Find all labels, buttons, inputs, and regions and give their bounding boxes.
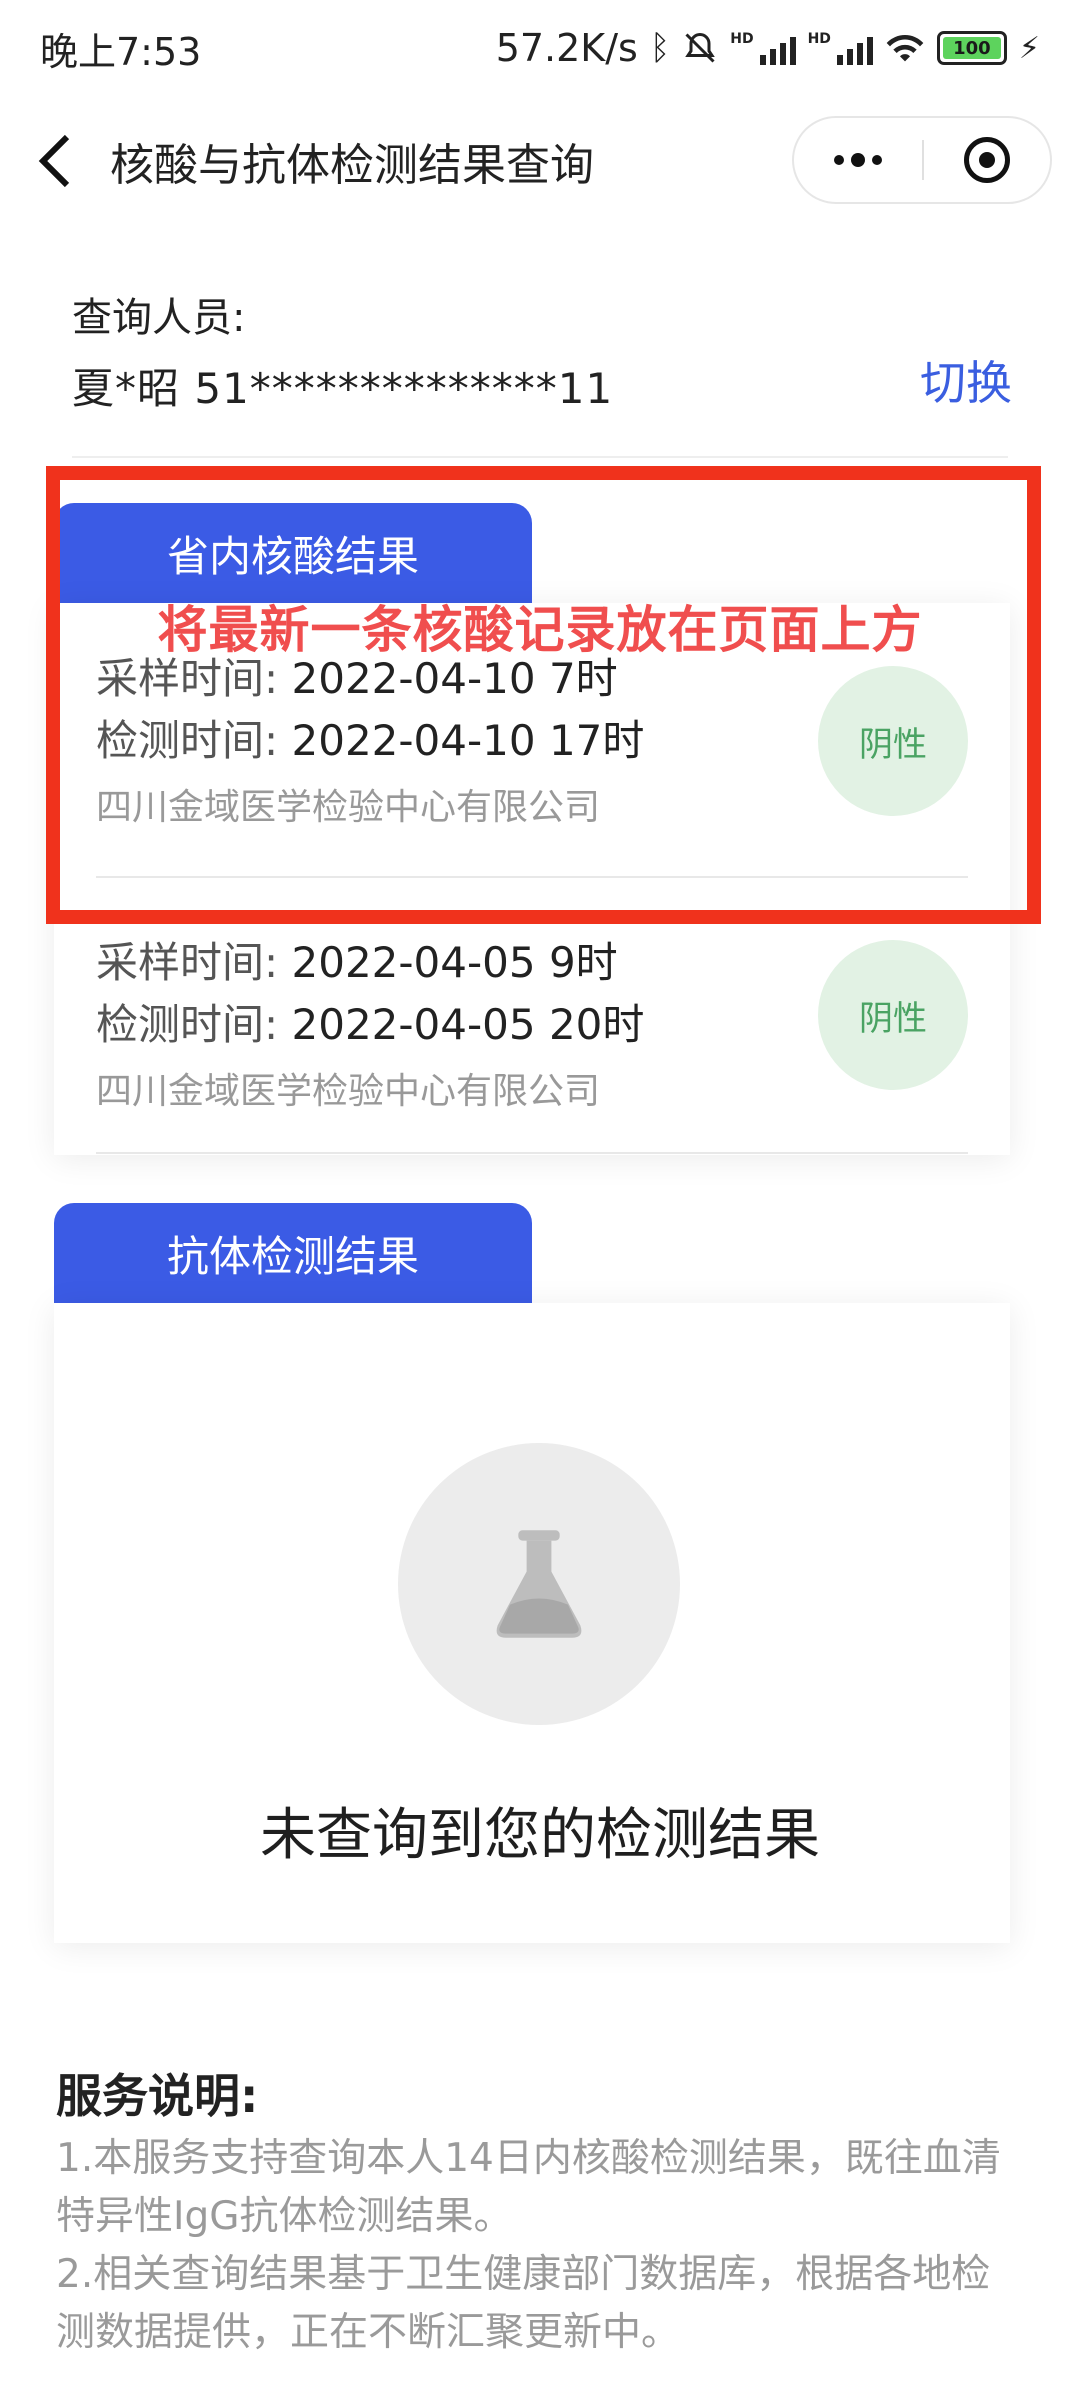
status-icons: 57.2K/s ᛒ HD HD 100 ⚡ [496,26,1040,70]
more-dot-icon [851,153,865,167]
network-speed: 57.2K/s [495,26,638,70]
battery-icon: 100 [936,31,1007,65]
sampling-time-value: 2022-04-05 9时 [291,938,618,987]
battery-level: 100 [953,37,991,59]
flask-icon [496,1530,582,1638]
signal-icon-1: HD [730,31,796,65]
nav-bar: 核酸与抗体检测结果查询 [0,96,1080,226]
more-dot-icon [872,155,882,165]
sampling-time-label: 采样时间: [96,938,279,987]
empty-state-text: 未查询到您的检测结果 [260,1803,820,1868]
switch-person-link[interactable]: 切换 [920,347,1012,413]
query-person: 查询人员: 夏*昭 51**************11 切换 [72,285,1012,416]
lab-name: 四川金域医学检验中心有限公司 [96,1071,601,1112]
test-time-label: 检测时间: [96,1000,279,1049]
wifi-icon [886,34,924,62]
divider [72,456,1008,458]
person-value: 夏*昭 51**************11 [72,364,614,413]
test-time-value: 2022-04-05 20时 [291,1000,645,1049]
more-dot-icon [834,155,844,165]
target-icon [963,137,1010,183]
service-note-item: 2.相关查询结果基于卫生健康部门数据库，根据各地检测数据提供，正在不断汇聚更新中… [56,2252,991,2355]
person-label: 查询人员: [72,295,246,341]
more-button[interactable] [794,153,922,167]
chevron-left-icon [38,134,70,188]
back-button[interactable] [0,96,110,226]
empty-state-illustration [398,1443,680,1725]
bluetooth-icon: ᛒ [649,28,671,68]
status-bar: 晚上7:53 57.2K/s ᛒ HD HD 100 ⚡ [0,0,1080,96]
service-notes-title: 服务说明: [56,2069,259,2123]
annotation-highlight-box [46,466,1041,924]
charging-icon: ⚡ [1018,30,1040,66]
negative-result-badge: 阴性 [818,940,968,1090]
signal-icon-2: HD [808,31,873,65]
tab-antibody-results: 抗体检测结果 [54,1203,532,1303]
mute-bell-icon [685,32,716,63]
status-time: 晚上7:53 [40,29,202,74]
annotation-text: 将最新一条核酸记录放在页面上方 [157,601,923,659]
service-note-item: 1.本服务支持查询本人14日内核酸检测结果，既往血清特异性IgG抗体检测结果。 [56,2136,1001,2239]
record-divider [96,1152,968,1154]
close-mini-program-button[interactable] [924,137,1050,183]
page-title: 核酸与抗体检测结果查询 [110,140,594,191]
mini-program-capsule [792,116,1052,204]
